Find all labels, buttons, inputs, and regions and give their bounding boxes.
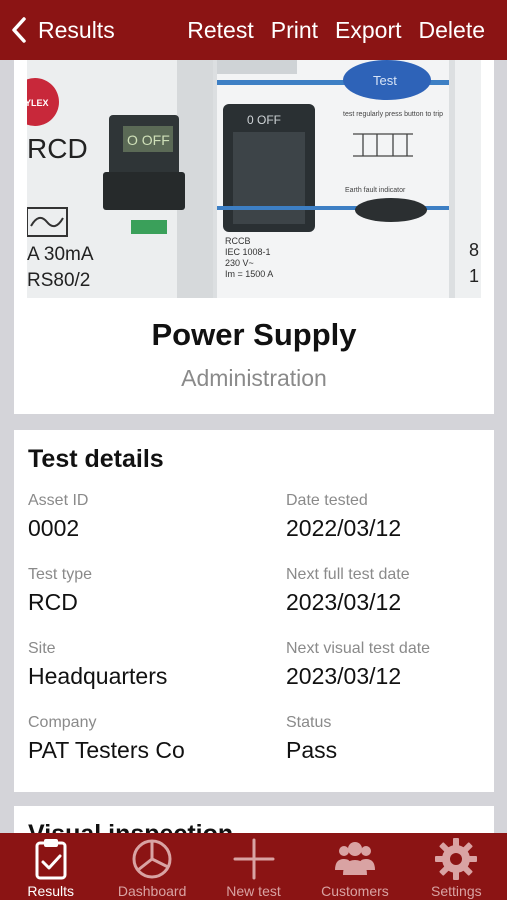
field-value: Pass — [286, 737, 338, 763]
photo-rcd-text: RCD — [27, 133, 88, 164]
photo-model-text: RS80/2 — [27, 270, 90, 291]
chevron-left-icon — [12, 17, 26, 43]
tab-label: Settings — [431, 883, 482, 899]
tab-results[interactable]: Results — [0, 833, 101, 900]
pie-chart-icon — [132, 839, 172, 879]
nav-actions: Retest Print Export Delete — [187, 12, 485, 48]
field-label: Company — [28, 714, 97, 731]
export-button[interactable]: Export — [335, 17, 401, 44]
retest-button[interactable]: Retest — [187, 17, 253, 44]
photo-left-switch-text: O OFF — [127, 132, 170, 148]
photo-rating-text: A 30mA — [27, 244, 94, 265]
tab-customers[interactable]: Customers — [304, 833, 405, 900]
section-title: Test details — [28, 445, 164, 473]
field-site: Site Headquarters — [28, 640, 258, 690]
photo-im-text: Im = 1500 A — [225, 269, 273, 279]
field-value: 0002 — [28, 515, 80, 541]
users-icon — [334, 842, 375, 875]
field-date-tested: Date tested 2022/03/12 — [286, 492, 507, 542]
asset-photo: YLEX RCD O OFF A 30mA RS80/2 0 OFF RCCB … — [27, 60, 481, 298]
tab-label: Dashboard — [117, 883, 187, 899]
field-label: Test type — [28, 566, 93, 583]
field-value: Headquarters — [28, 663, 168, 689]
rcd-photo-illustration: YLEX RCD O OFF A 30mA RS80/2 0 OFF RCCB … — [27, 60, 481, 298]
photo-voltage-text: 230 V~ — [225, 258, 254, 268]
field-asset-id: Asset ID 0002 — [28, 492, 258, 542]
field-value: 2022/03/12 — [286, 515, 402, 541]
field-test-type: Test type RCD — [28, 566, 258, 616]
tab-label: New test — [226, 883, 281, 899]
field-value: RCD — [28, 589, 78, 615]
tab-label: Results — [27, 883, 75, 899]
bottom-tab-bar: Results Dashboard New test Customers Set… — [0, 833, 507, 900]
tab-settings[interactable]: Settings — [406, 833, 507, 900]
field-label: Asset ID — [28, 492, 89, 509]
delete-button[interactable]: Delete — [419, 17, 485, 44]
asset-site: Administration — [181, 365, 327, 391]
test-details-card: Test details Asset ID 0002 Date tested 2… — [14, 430, 494, 792]
field-next-visual-test: Next visual test date 2023/03/12 — [286, 640, 507, 690]
top-nav-bar: Results Retest Print Export Delete — [0, 0, 507, 60]
clipboard-check-icon — [35, 839, 67, 880]
field-value: PAT Testers Co — [28, 737, 185, 763]
photo-indicator-text: Earth fault indicator — [345, 187, 406, 194]
asset-card: YLEX RCD O OFF A 30mA RS80/2 0 OFF RCCB … — [14, 60, 494, 414]
field-label: Status — [286, 714, 332, 731]
field-label: Date tested — [286, 492, 368, 509]
photo-brand-text: YLEX — [27, 98, 49, 108]
field-label: Next visual test date — [286, 640, 431, 657]
asset-name: Power Supply — [151, 317, 357, 352]
photo-rccb-text: RCCB — [225, 236, 251, 246]
field-next-full-test: Next full test date 2023/03/12 — [286, 566, 507, 616]
photo-center-switch-text: 0 OFF — [247, 113, 281, 127]
photo-right-label: 8 — [469, 240, 479, 260]
field-label: Site — [28, 640, 56, 657]
print-button[interactable]: Print — [271, 17, 318, 44]
field-value: 2023/03/12 — [286, 589, 402, 615]
gear-icon — [435, 838, 478, 880]
field-company: Company PAT Testers Co — [28, 714, 258, 764]
field-label: Next full test date — [286, 566, 410, 583]
back-label: Results — [38, 16, 115, 43]
tab-new-test[interactable]: New test — [203, 833, 304, 900]
tab-label: Customers — [321, 883, 389, 899]
photo-note-text: test regularly press button to trip — [343, 111, 443, 118]
plus-icon — [233, 838, 275, 880]
tab-dashboard[interactable]: Dashboard — [101, 833, 202, 900]
photo-iec-text: IEC 1008-1 — [225, 247, 271, 257]
back-button[interactable]: Results — [10, 12, 115, 48]
field-value: 2023/03/12 — [286, 663, 402, 689]
photo-right-label-2: 1 — [469, 266, 479, 286]
field-status: Status Pass — [286, 714, 507, 764]
photo-test-button-text: Test — [373, 73, 397, 88]
